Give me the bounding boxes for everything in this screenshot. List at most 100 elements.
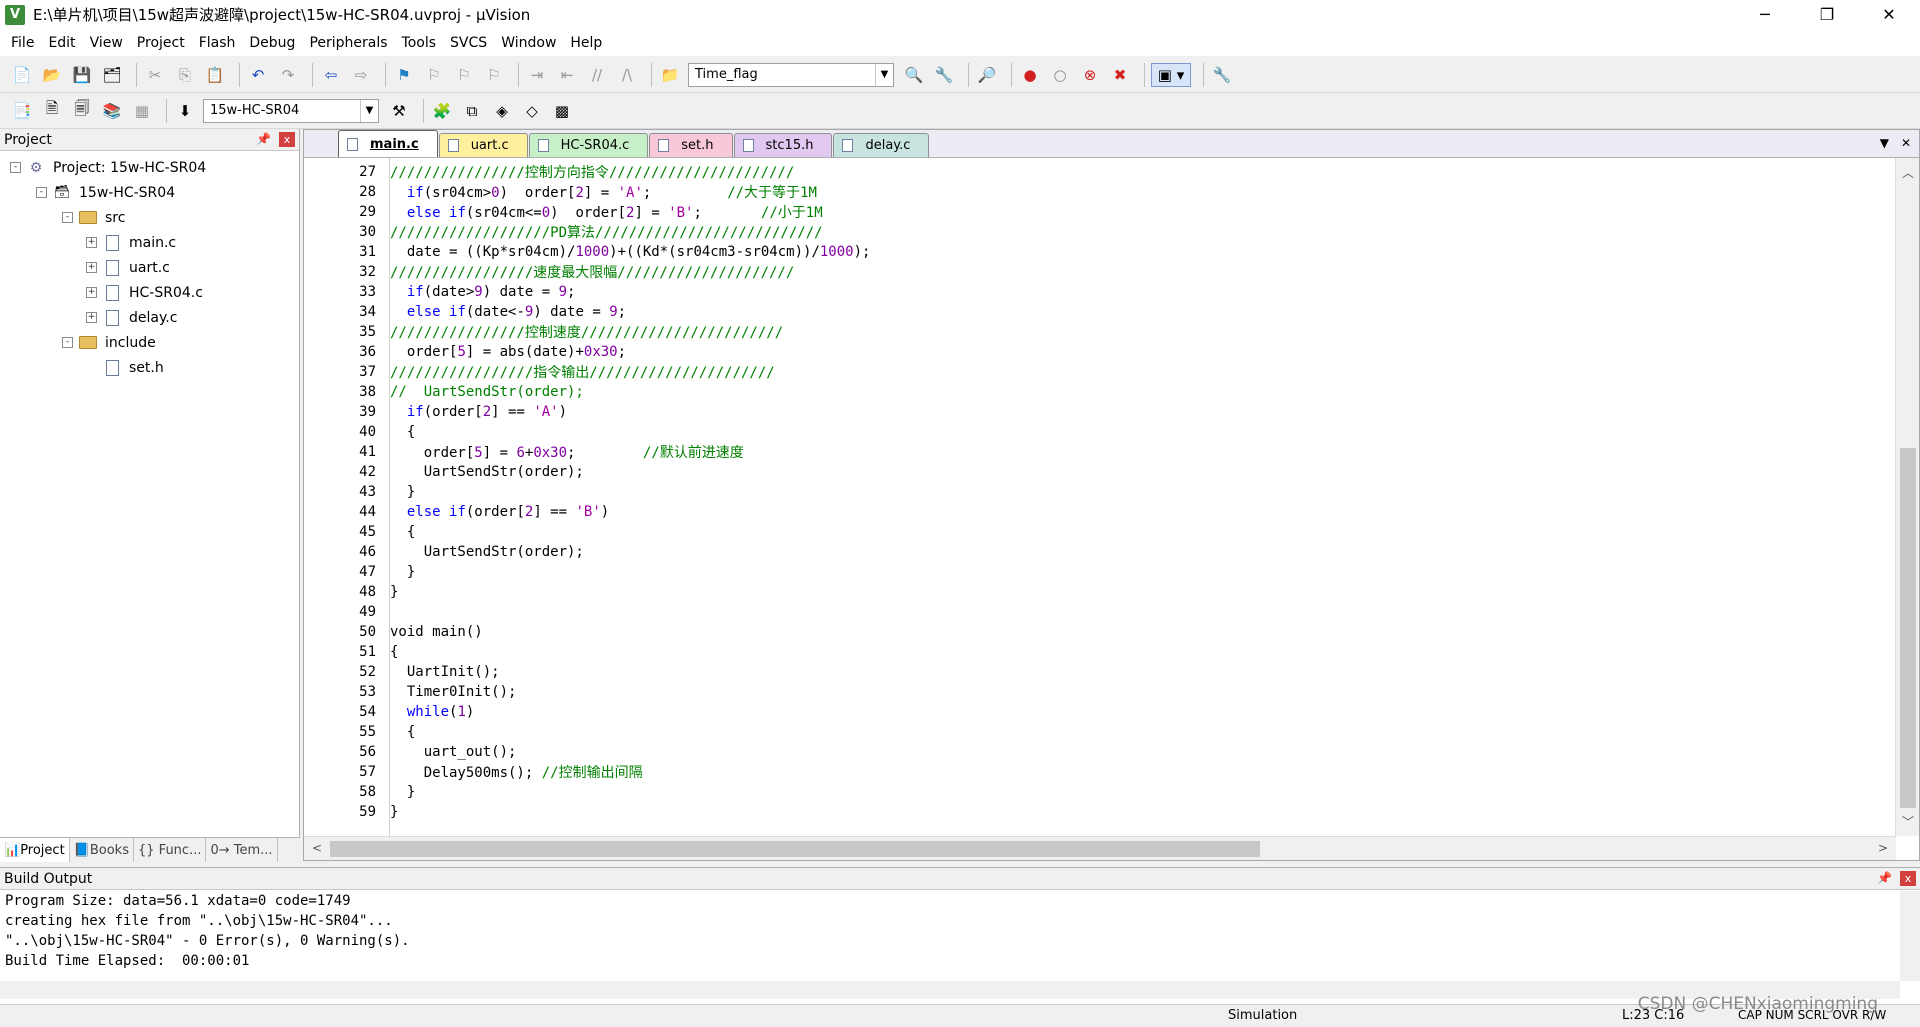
manage-components-icon[interactable]: 🧩 [430, 99, 454, 123]
new-file-icon[interactable]: 📄 [10, 63, 34, 87]
incremental-find-icon[interactable]: 🔧 [932, 63, 956, 87]
find-in-files-icon[interactable]: 📁 [658, 63, 682, 87]
cut-icon[interactable]: ✂ [143, 63, 167, 87]
tab-list-dropdown-icon[interactable]: ▼ [1880, 136, 1889, 150]
menu-item-edit[interactable]: Edit [41, 35, 82, 51]
menu-item-file[interactable]: File [4, 35, 41, 51]
tab-set-h[interactable]: set.h [649, 133, 733, 157]
restore-button[interactable]: ❐ [1796, 0, 1858, 29]
indent-icon[interactable]: ⇥ [525, 63, 549, 87]
tab-uart-c[interactable]: uart.c [438, 133, 528, 157]
expand-icon[interactable]: + [86, 312, 97, 323]
menu-item-project[interactable]: Project [130, 35, 192, 51]
insert-breakpoint-icon[interactable]: ● [1018, 63, 1042, 87]
scroll-thumb[interactable] [330, 841, 1260, 857]
redo-icon[interactable]: ↷ [276, 63, 300, 87]
open-file-icon[interactable]: 📂 [40, 63, 64, 87]
translate-icon[interactable]: 📑 [10, 99, 34, 123]
tab-hc-sr04-c[interactable]: HC-SR04.c [528, 133, 649, 157]
tab-stc15-h[interactable]: stc15.h [733, 133, 833, 157]
panel-tab-3[interactable]: 0→ Tem... [206, 838, 278, 862]
pin-icon[interactable]: 📌 [256, 132, 271, 146]
navigate-forward-icon[interactable]: ⇨ [349, 63, 373, 87]
unindent-icon[interactable]: ⇤ [555, 63, 579, 87]
editor-horizontal-scrollbar[interactable]: < > [304, 836, 1896, 860]
bookmark-icon[interactable]: ⚑ [392, 63, 416, 87]
uncomment-icon[interactable]: /\ [615, 63, 639, 87]
menu-item-flash[interactable]: Flash [192, 35, 243, 51]
chevron-down-icon[interactable]: ▼ [360, 99, 378, 122]
menu-item-svcs[interactable]: SVCS [443, 35, 494, 51]
save-all-icon[interactable]: 🗂 [100, 63, 124, 87]
tree-item-group-include[interactable]: - include [0, 330, 299, 355]
close-icon[interactable]: x [279, 132, 295, 147]
scroll-thumb[interactable] [1900, 448, 1916, 808]
scroll-down-icon[interactable]: ﹀ [1902, 813, 1914, 830]
expand-icon[interactable]: + [86, 237, 97, 248]
disable-breakpoints-icon[interactable]: ⊗ [1078, 63, 1102, 87]
find-combo[interactable]: Time_flag ▼ [688, 62, 894, 87]
stop-build-icon[interactable]: ▦ [130, 99, 154, 123]
file-extensions-icon[interactable]: ⧉ [460, 99, 484, 123]
navigate-back-icon[interactable]: ⇦ [319, 63, 343, 87]
tree-item-file[interactable]: + delay.c [0, 305, 299, 330]
scroll-up-icon[interactable]: ︿ [1902, 164, 1914, 181]
build-vertical-scrollbar[interactable] [1900, 891, 1920, 981]
batch-build-icon[interactable]: 📚 [100, 99, 124, 123]
tree-item-file[interactable]: + uart.c [0, 255, 299, 280]
paste-icon[interactable]: 📋 [203, 63, 227, 87]
collapse-icon[interactable]: - [62, 212, 73, 223]
expand-icon[interactable]: + [86, 287, 97, 298]
rebuild-icon[interactable]: 🗐 [70, 99, 94, 123]
window-layout-icon[interactable]: ▣ ▾ [1151, 62, 1191, 87]
pack-installer-icon[interactable]: ◈ [490, 99, 514, 123]
find-icon[interactable]: 🔍 [902, 63, 926, 87]
minimize-button[interactable]: ─ [1734, 0, 1796, 29]
comment-icon[interactable]: // [585, 63, 609, 87]
scroll-right-icon[interactable]: > [1878, 841, 1888, 855]
expand-icon[interactable]: + [86, 262, 97, 273]
prev-bookmark-icon[interactable]: ⚐ [422, 63, 446, 87]
tree-item-file[interactable]: set.h [0, 355, 299, 380]
panel-tab-2[interactable]: {} Func... [134, 838, 207, 862]
menu-item-peripherals[interactable]: Peripherals [302, 35, 394, 51]
collapse-icon[interactable]: - [10, 162, 21, 173]
chevron-down-icon[interactable]: ▼ [875, 63, 893, 86]
menu-item-window[interactable]: Window [494, 35, 563, 51]
scroll-left-icon[interactable]: < [312, 841, 322, 855]
build-output-text[interactable]: Program Size: data=56.1 xdata=0 code=174… [0, 890, 1920, 976]
pin-icon[interactable]: 📌 [1877, 871, 1892, 885]
build-icon[interactable]: 🗎 [40, 99, 64, 123]
download-icon[interactable]: ⬇ [173, 99, 197, 123]
tree-item-group-src[interactable]: - src [0, 205, 299, 230]
select-packs-icon[interactable]: ◇ [520, 99, 544, 123]
tree-item-target[interactable]: - 🗃 15w-HC-SR04 [0, 180, 299, 205]
collapse-icon[interactable]: - [62, 337, 73, 348]
tree-item-project-root[interactable]: - ⚙ Project: 15w-HC-SR04 [0, 155, 299, 180]
tab-main-c[interactable]: main.c [338, 130, 438, 157]
menu-item-help[interactable]: Help [563, 35, 609, 51]
target-options-icon[interactable]: ⚒ [387, 99, 411, 123]
collapse-icon[interactable]: - [36, 187, 47, 198]
menu-item-view[interactable]: View [83, 35, 130, 51]
menu-item-tools[interactable]: Tools [395, 35, 444, 51]
tree-item-file[interactable]: + HC-SR04.c [0, 280, 299, 305]
save-icon[interactable]: 💾 [70, 63, 94, 87]
copy-icon[interactable]: ⎘ [173, 63, 197, 87]
close-icon[interactable]: x [1900, 871, 1916, 886]
tab-delay-c[interactable]: delay.c [833, 133, 930, 157]
next-bookmark-icon[interactable]: ⚐ [452, 63, 476, 87]
tree-item-file[interactable]: + main.c [0, 230, 299, 255]
panel-tab-1[interactable]: 📘 Books [70, 838, 134, 862]
editor-vertical-scrollbar[interactable]: ︿ ﹀ [1895, 158, 1919, 836]
debug-session-icon[interactable]: 🔎 [975, 63, 999, 87]
close-tab-icon[interactable]: ✕ [1901, 136, 1911, 150]
code-view[interactable]: 27 ////////////////控制方向指令////////////////… [304, 158, 1896, 836]
close-window-button[interactable]: ✕ [1858, 0, 1920, 29]
clear-bookmarks-icon[interactable]: ⚐ [482, 63, 506, 87]
undo-icon[interactable]: ↶ [246, 63, 270, 87]
enable-breakpoint-icon[interactable]: ○ [1048, 63, 1072, 87]
target-combo[interactable]: 15w-HC-SR04 ▼ [203, 98, 379, 123]
kill-breakpoints-icon[interactable]: ✖ [1108, 63, 1132, 87]
menu-item-debug[interactable]: Debug [242, 35, 302, 51]
